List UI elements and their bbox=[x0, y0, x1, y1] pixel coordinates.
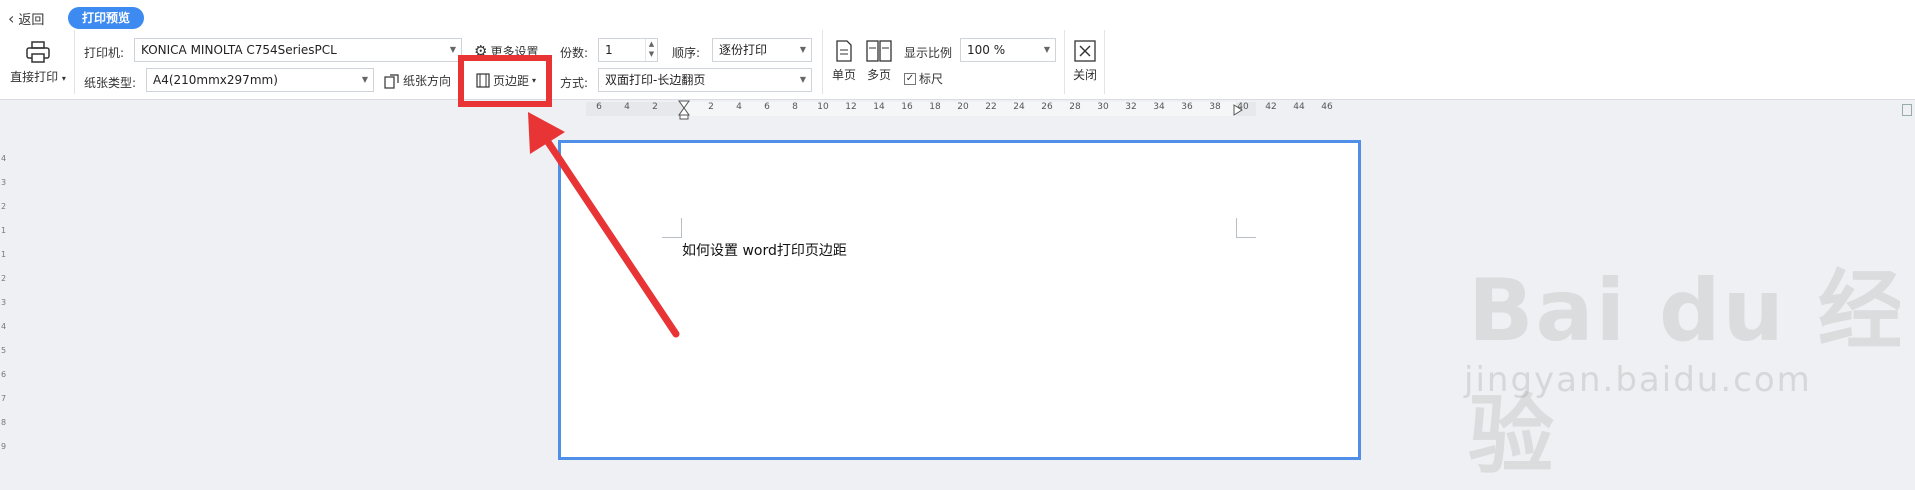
annotation-arrow bbox=[528, 112, 680, 338]
